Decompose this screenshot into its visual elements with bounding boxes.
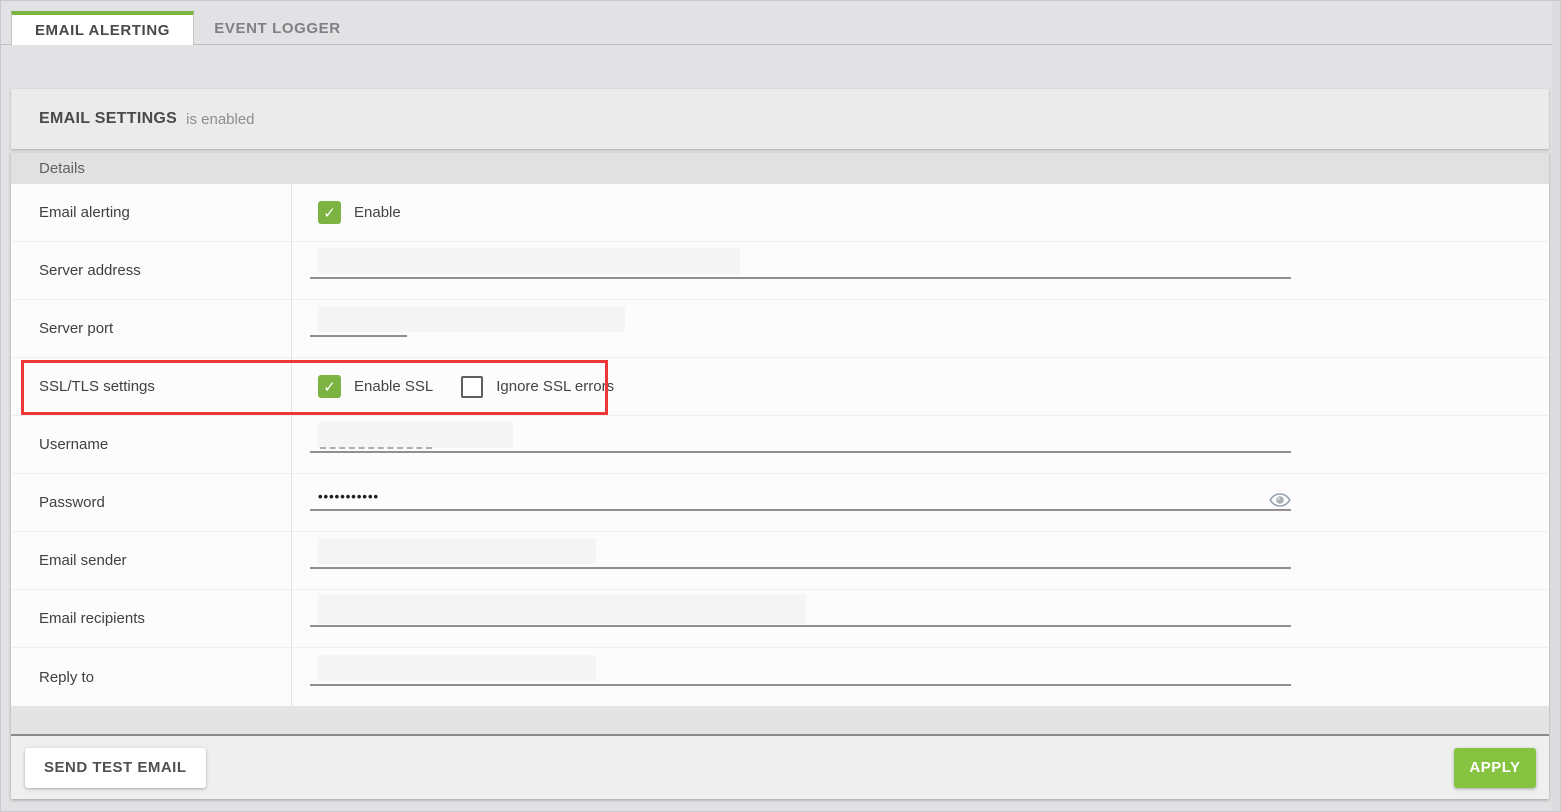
input-underline xyxy=(310,684,1291,686)
redacted-dashes xyxy=(320,447,432,449)
redacted-value xyxy=(318,306,625,332)
input-underline xyxy=(310,625,1291,627)
email-sender-input[interactable] xyxy=(310,532,1291,589)
ignore-ssl-errors-label: Ignore SSL errors xyxy=(496,378,614,395)
details-card: Details Email alerting ✓ Enable Server a… xyxy=(11,153,1549,799)
username-input[interactable] xyxy=(310,416,1291,473)
reply-to-input[interactable] xyxy=(310,648,1291,706)
email-settings-banner: EMAIL SETTINGS is enabled xyxy=(11,89,1549,149)
checkmark-icon: ✓ xyxy=(323,204,336,222)
server-address-label: Server address xyxy=(11,242,292,299)
enable-ssl-checkbox[interactable]: ✓ xyxy=(318,375,341,398)
email-alerting-settings-page: EMAIL ALERTING EVENT LOGGER EMAIL SETTIN… xyxy=(0,0,1561,812)
details-section-header: Details xyxy=(11,153,1549,184)
eye-icon[interactable] xyxy=(1269,492,1291,508)
redacted-value xyxy=(318,422,513,448)
row-email-recipients: Email recipients xyxy=(11,590,1549,648)
enable-ssl-checkbox-label: Enable SSL xyxy=(354,378,433,395)
footer-action-bar: SEND TEST EMAIL APPLY xyxy=(11,734,1549,799)
enable-checkbox-label: Enable xyxy=(354,204,401,221)
password-label: Password xyxy=(11,474,292,531)
row-server-address: Server address xyxy=(11,242,1549,300)
ssl-tls-label: SSL/TLS settings xyxy=(11,358,292,415)
email-recipients-label: Email recipients xyxy=(11,590,292,647)
banner-status: is enabled xyxy=(186,111,254,128)
email-sender-label: Email sender xyxy=(11,532,292,589)
ignore-ssl-errors-checkbox[interactable] xyxy=(461,376,483,398)
empty-strip xyxy=(11,706,1549,734)
row-ssl-tls-settings: SSL/TLS settings ✓ Enable SSL Ignore SSL… xyxy=(11,358,1549,416)
input-underline xyxy=(310,451,1291,453)
send-test-email-button[interactable]: SEND TEST EMAIL xyxy=(25,748,206,788)
email-recipients-input[interactable] xyxy=(310,590,1291,647)
redacted-value xyxy=(318,248,740,274)
input-underline xyxy=(310,509,1291,511)
redacted-value xyxy=(318,594,806,624)
server-port-input[interactable] xyxy=(310,300,1291,357)
tab-bar: EMAIL ALERTING EVENT LOGGER xyxy=(1,1,1560,45)
server-port-label: Server port xyxy=(11,300,292,357)
checkmark-icon: ✓ xyxy=(323,378,336,396)
tab-event-logger[interactable]: EVENT LOGGER xyxy=(194,11,361,45)
input-underline xyxy=(310,567,1291,569)
input-underline xyxy=(310,277,1291,279)
details-header-label: Details xyxy=(39,160,85,177)
apply-button[interactable]: APPLY xyxy=(1454,748,1536,788)
row-email-sender: Email sender xyxy=(11,532,1549,590)
tab-email-alerting[interactable]: EMAIL ALERTING xyxy=(11,11,194,45)
row-username: Username xyxy=(11,416,1549,474)
enable-checkbox[interactable]: ✓ xyxy=(318,201,341,224)
redacted-value xyxy=(318,538,596,564)
row-server-port: Server port xyxy=(11,300,1549,358)
server-address-input[interactable] xyxy=(310,242,1291,299)
row-password: Password ••••••••••• xyxy=(11,474,1549,532)
banner-title: EMAIL SETTINGS xyxy=(39,110,177,128)
username-label: Username xyxy=(11,416,292,473)
row-email-alerting: Email alerting ✓ Enable xyxy=(11,184,1549,242)
row-reply-to: Reply to xyxy=(11,648,1549,706)
reply-to-label: Reply to xyxy=(11,648,292,706)
masked-password-value: ••••••••••• xyxy=(318,489,379,504)
redacted-value xyxy=(318,655,596,681)
input-underline xyxy=(310,335,407,337)
email-alerting-label: Email alerting xyxy=(11,184,292,241)
password-input[interactable]: ••••••••••• xyxy=(310,474,1291,531)
